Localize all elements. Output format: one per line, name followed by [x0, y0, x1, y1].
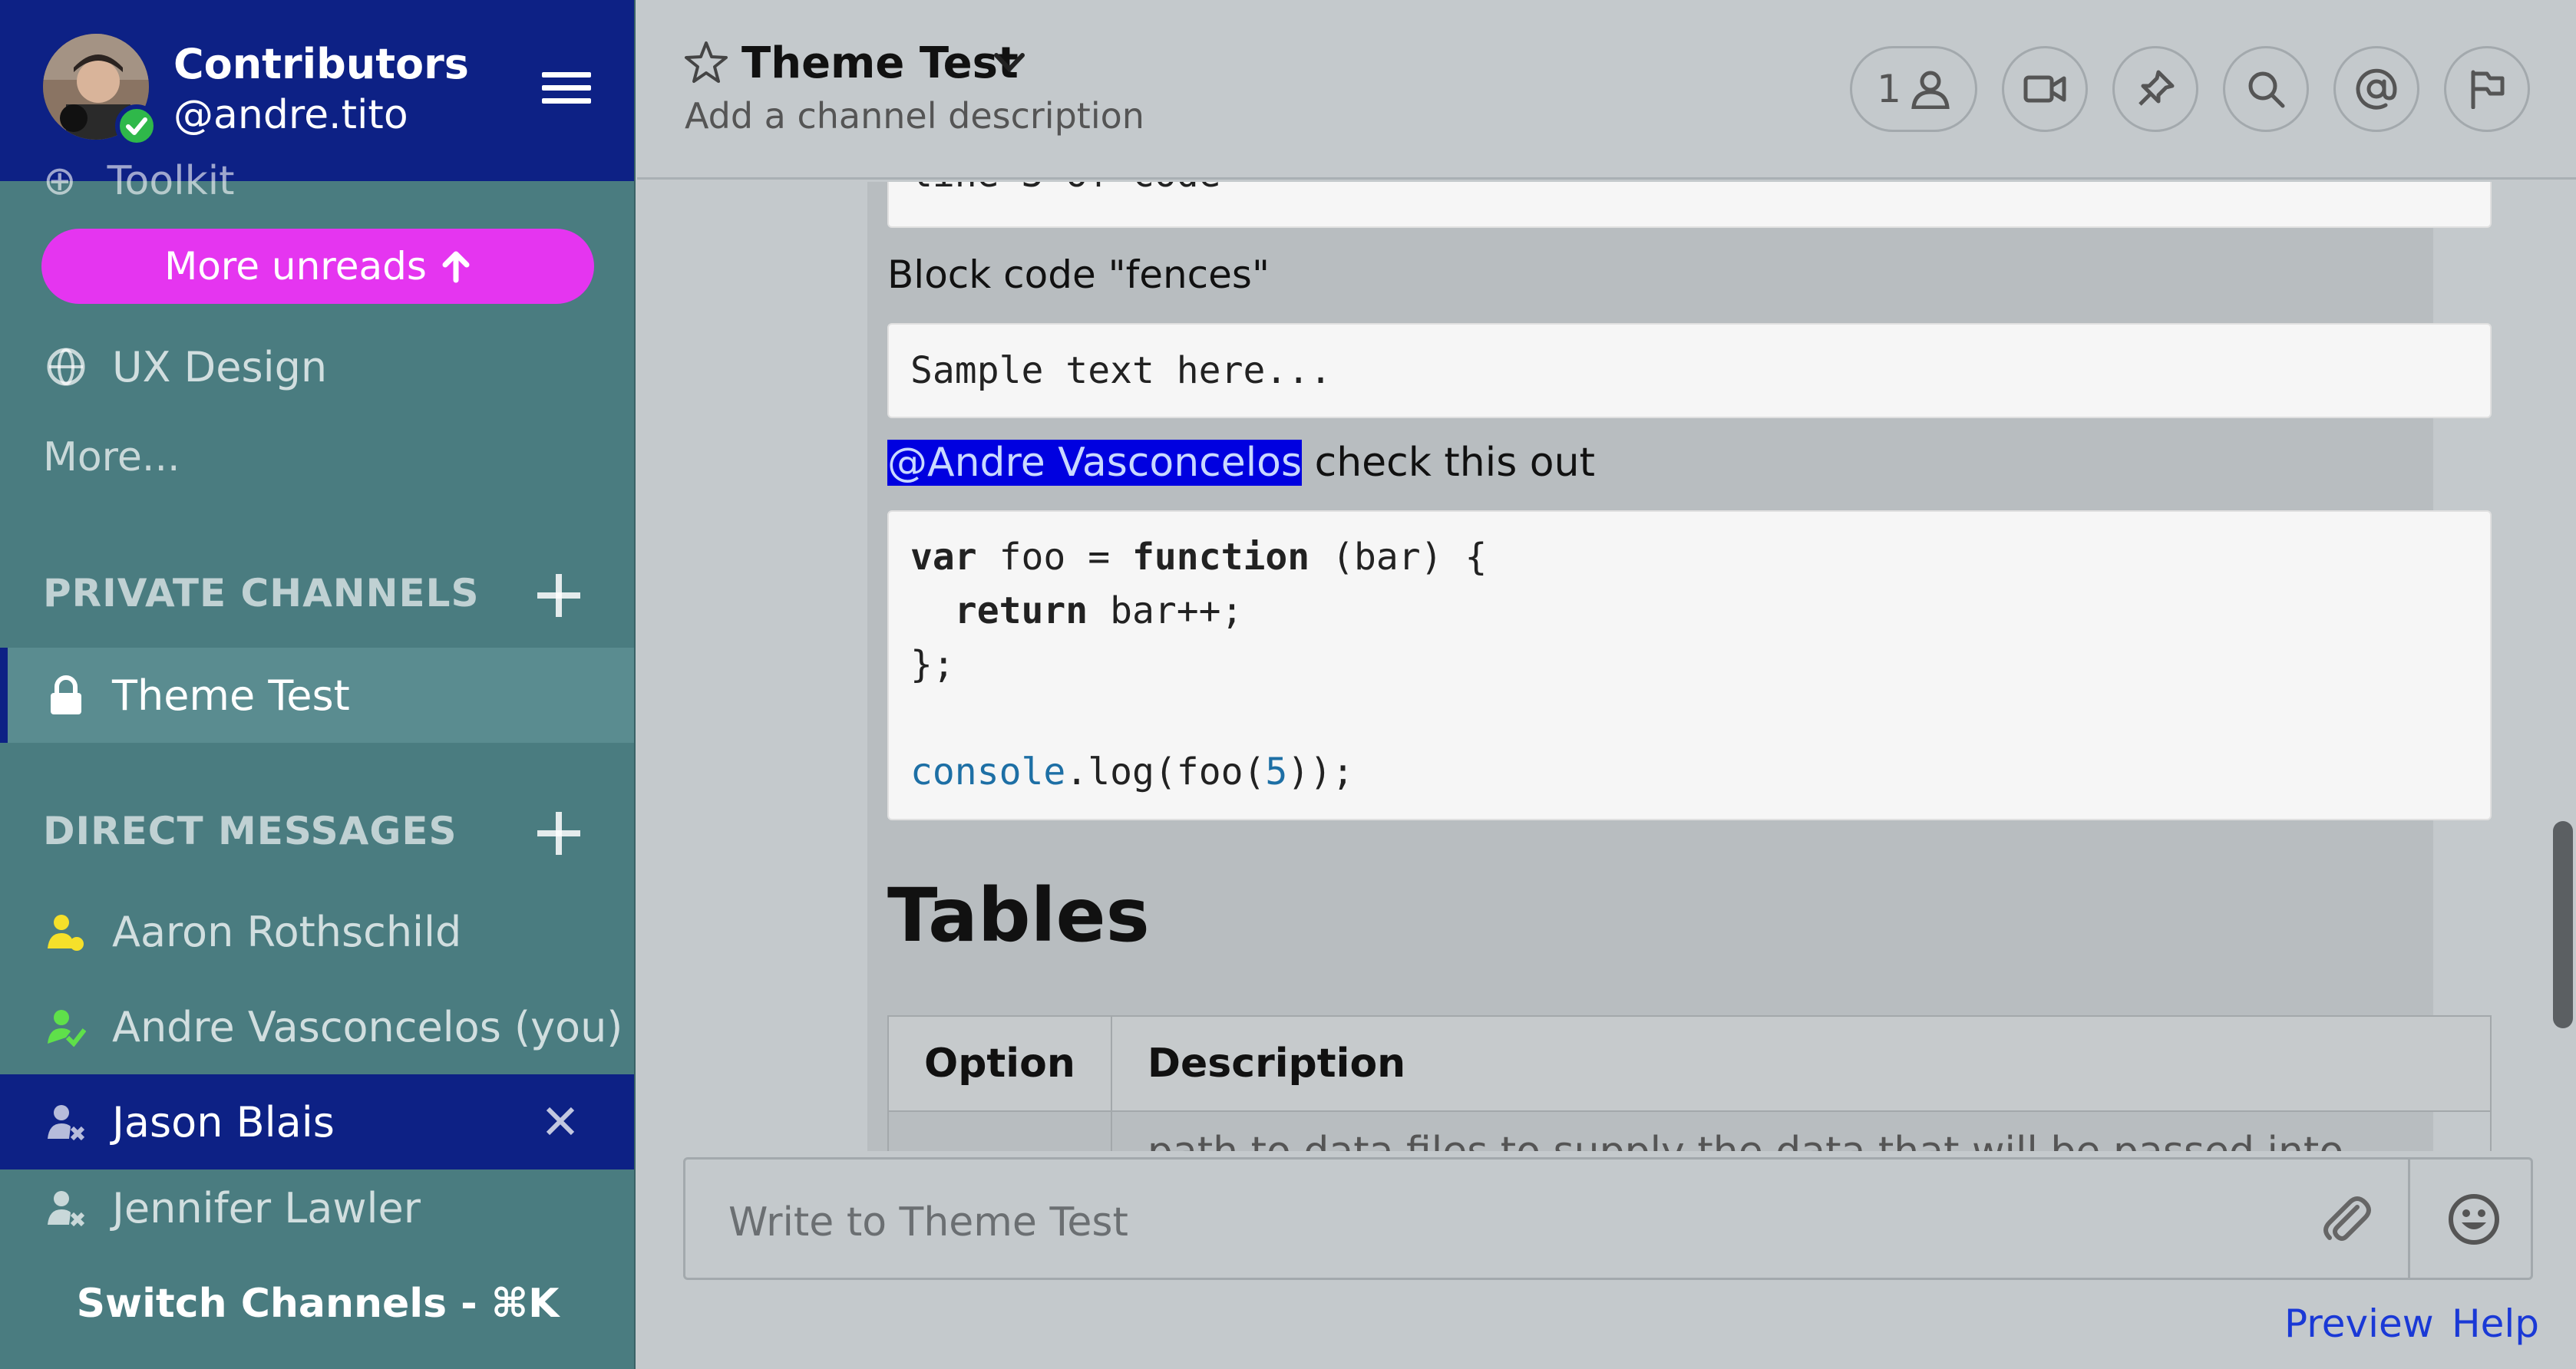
offline-status-icon: [45, 1100, 88, 1143]
message-list-scrollbar[interactable]: [2553, 821, 2573, 1028]
at-sign-icon: [2356, 68, 2397, 110]
add-direct-message-icon[interactable]: [537, 812, 580, 855]
team-name[interactable]: Contributors: [173, 40, 469, 88]
sidebar-item-label: Jennifer Lawler: [112, 1183, 421, 1232]
add-private-channel-icon[interactable]: [537, 574, 580, 617]
channel-title[interactable]: Theme Test: [741, 38, 1019, 88]
chevron-down-icon[interactable]: [990, 48, 1029, 78]
dm-item-aaron-rothschild[interactable]: Aaron Rothschild: [0, 884, 634, 979]
table-row: path to data files to supply the data th…: [887, 1110, 2492, 1151]
message-composer[interactable]: Write to Theme Test: [683, 1157, 2533, 1280]
composer-divider: [2408, 1160, 2410, 1278]
online-status-icon: [45, 1005, 88, 1048]
search-icon: [2248, 71, 2285, 108]
code-line: };: [910, 643, 955, 686]
table-cell: [887, 1110, 1112, 1151]
search-button[interactable]: [2223, 46, 2309, 132]
user-mention-link[interactable]: @Andre Vasconcelos: [887, 440, 1303, 486]
globe-icon: ⊕: [43, 158, 77, 204]
direct-messages-heading: DIRECT MESSAGES: [43, 809, 457, 853]
sidebar-item-label: Theme Test: [112, 671, 350, 720]
dm-item-jennifer-lawler[interactable]: Jennifer Lawler: [0, 1169, 634, 1246]
code-line: line 3 of code: [910, 182, 1221, 196]
sidebar-item-theme-test[interactable]: Theme Test: [0, 648, 634, 743]
preview-link[interactable]: Preview: [2284, 1301, 2434, 1346]
table-cell: path to data files to supply the data th…: [1110, 1110, 2492, 1151]
pinned-messages-button[interactable]: [2112, 46, 2198, 132]
code-line: console.log(foo(5));: [910, 750, 1354, 793]
paperclip-icon[interactable]: [2314, 1189, 2376, 1250]
lock-icon: [45, 674, 88, 717]
markdown-heading: Tables: [887, 873, 1150, 958]
more-channels-link[interactable]: More...: [43, 434, 180, 480]
mentions-button[interactable]: [2333, 46, 2419, 132]
more-unreads-label: More unreads: [164, 244, 427, 289]
code-block-sample: Sample text here...: [887, 323, 2492, 418]
arrow-up-icon: [442, 251, 470, 283]
channel-description[interactable]: Add a channel description: [685, 95, 1144, 137]
message-text-rest: check this out: [1302, 440, 1595, 486]
message-list[interactable]: line 3 of code Block code "fences" Sampl…: [637, 182, 2576, 1151]
member-count: 1: [1877, 67, 1901, 111]
video-call-button[interactable]: [2002, 46, 2088, 132]
pin-icon: [2138, 70, 2175, 106]
flagged-posts-button[interactable]: [2444, 46, 2530, 132]
globe-icon: [45, 345, 88, 388]
offline-status-icon: [45, 1186, 88, 1229]
member-icon: [1911, 71, 1950, 109]
message-text: Block code "fences": [887, 252, 1270, 297]
dm-item-jason-blais[interactable]: Jason Blais: [0, 1074, 634, 1169]
away-status-icon: [45, 910, 88, 953]
more-unreads-button[interactable]: More unreads: [41, 229, 594, 304]
star-icon[interactable]: [683, 40, 729, 86]
code-block-javascript: var foo = function (bar) { return bar++;…: [887, 510, 2492, 820]
sidebar-item-label: Jason Blais: [112, 1097, 335, 1146]
sidebar: Contributors @andre.tito ⊕ Toolkit More u…: [0, 0, 636, 1369]
markdown-table: Option Description path to data files to…: [887, 1015, 2492, 1151]
sidebar-item-label: Toolkit: [107, 158, 235, 204]
code-line: var foo = function (bar) {: [910, 536, 1488, 579]
flag-icon: [2471, 70, 2505, 109]
code-block: line 3 of code: [887, 182, 2492, 228]
hamburger-menu-icon[interactable]: [542, 72, 591, 109]
table-header-description: Description: [1110, 1015, 2492, 1112]
sidebar-item-ux-design[interactable]: UX Design: [0, 319, 634, 414]
message-input[interactable]: Write to Theme Test: [728, 1199, 1128, 1245]
member-list-button[interactable]: 1: [1850, 46, 1977, 132]
sidebar-item-label: UX Design: [112, 342, 328, 391]
sidebar-item-label: Andre Vasconcelos (you): [112, 1002, 623, 1051]
emoji-icon[interactable]: [2443, 1189, 2505, 1250]
private-channels-heading: PRIVATE CHANNELS: [43, 571, 480, 615]
close-icon[interactable]: [545, 1098, 576, 1146]
online-status-icon: [115, 104, 158, 147]
video-icon: [2023, 75, 2066, 103]
sidebar-item-partial[interactable]: ⊕ Toolkit: [43, 158, 235, 204]
help-link[interactable]: Help: [2452, 1301, 2539, 1346]
code-line: return bar++;: [954, 589, 1243, 632]
channel-header: Theme Test Add a channel description 1: [637, 0, 2576, 180]
dm-item-andre-vasconcelos[interactable]: Andre Vasconcelos (you): [0, 979, 634, 1074]
table-header-option: Option: [887, 1015, 1112, 1112]
user-handle[interactable]: @andre.tito: [173, 92, 408, 138]
switch-channels-button[interactable]: Switch Channels - ⌘K: [0, 1239, 634, 1369]
sidebar-header: Contributors @andre.tito: [0, 0, 634, 181]
sidebar-item-label: Aaron Rothschild: [112, 907, 462, 956]
message-text: @Andre Vasconcelos check this out: [887, 440, 1595, 486]
